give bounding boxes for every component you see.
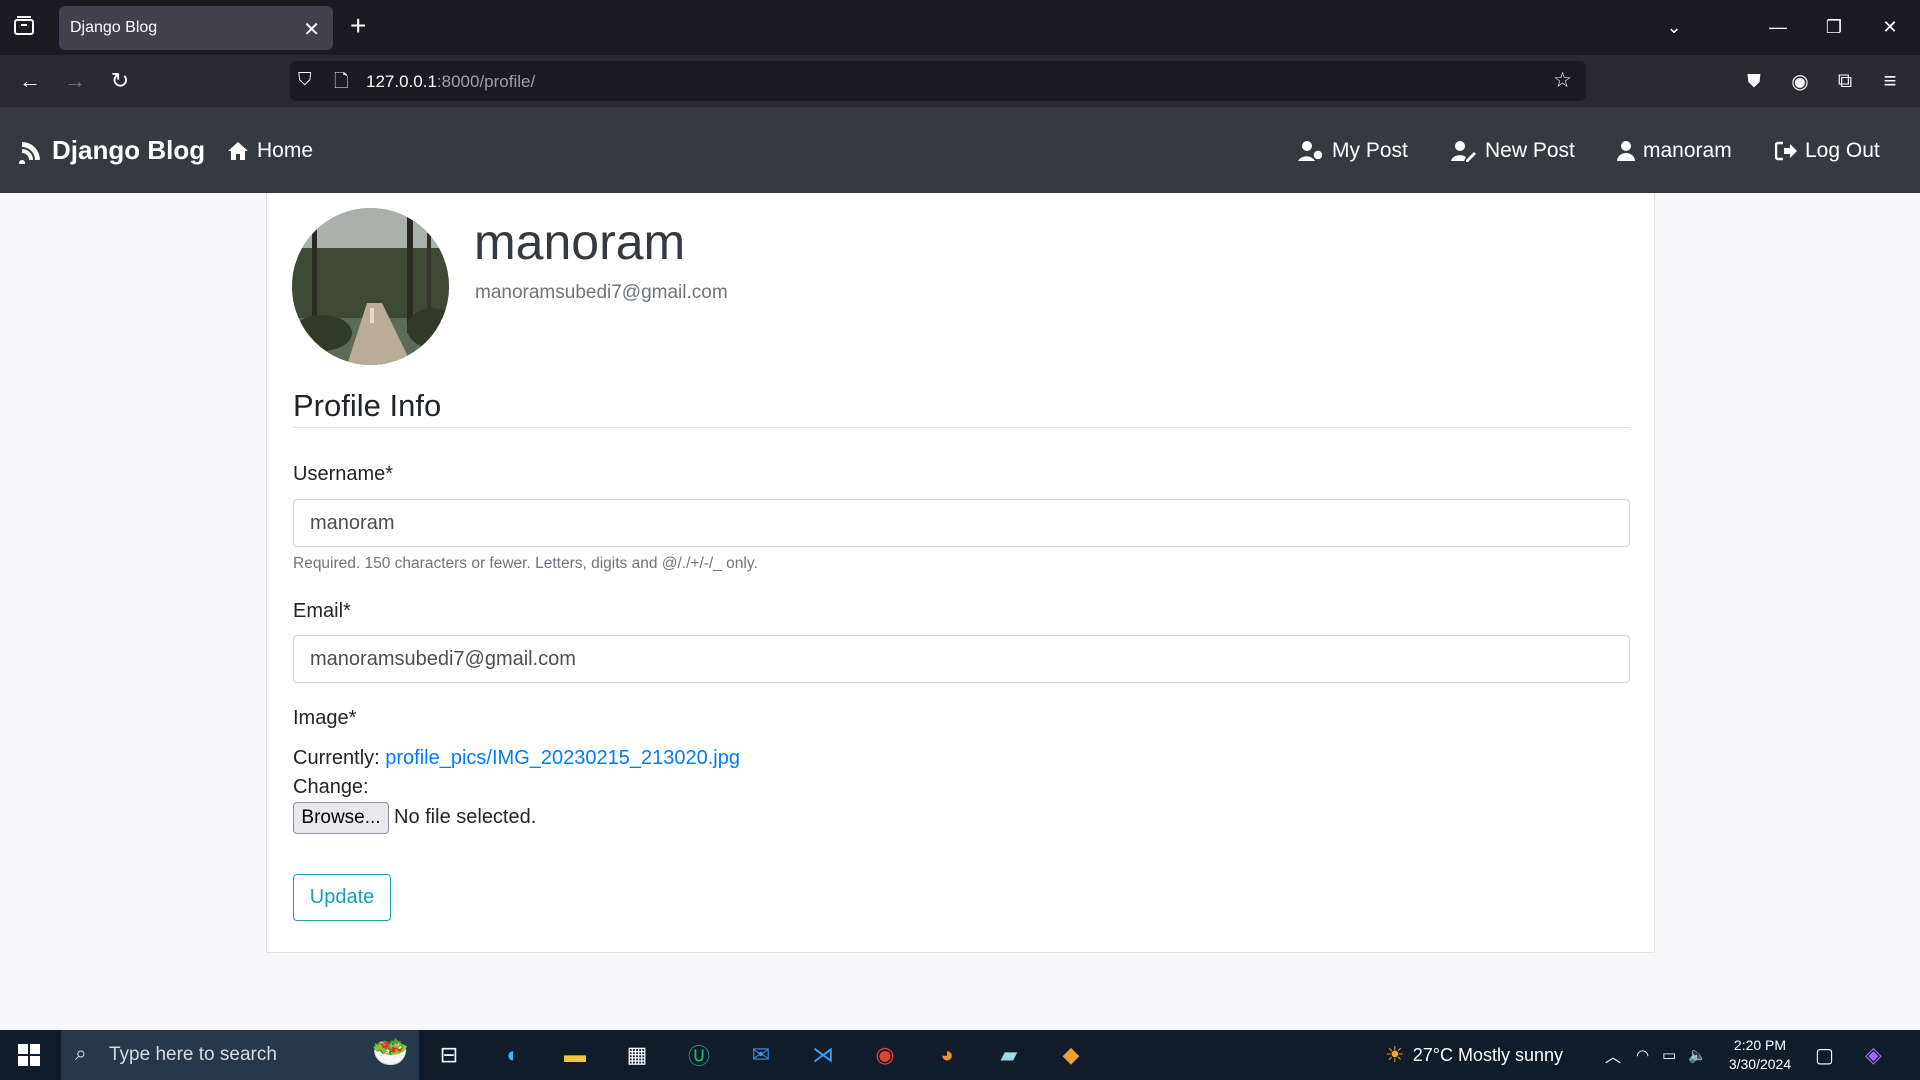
no-file-text: No file selected.: [394, 806, 537, 828]
git-icon[interactable]: ◆: [1054, 1038, 1088, 1072]
browser-tab[interactable]: Django Blog ✕: [59, 6, 333, 50]
clock-time: 2:20 PM: [1733, 1037, 1787, 1053]
page-icon[interactable]: 🗋: [334, 69, 348, 99]
firefox-icon[interactable]: ◕: [930, 1038, 964, 1072]
nav-user[interactable]: manoram: [1617, 139, 1732, 163]
account-icon[interactable]: ◉: [1785, 66, 1815, 96]
browser-navbar: ← → ↻ ⛉ 🗋 127.0.0.1:8000/profile/ ☆ ⛊ ◉ …: [0, 55, 1920, 107]
tab-title: Django Blog: [70, 19, 158, 36]
change-label: Change:: [293, 776, 369, 798]
store-icon[interactable]: ▦: [620, 1038, 654, 1072]
battery-icon[interactable]: ▭: [1662, 1030, 1676, 1080]
tab-list-icon[interactable]: [12, 14, 36, 38]
nav-my-post[interactable]: My Post: [1298, 139, 1408, 163]
current-image-link[interactable]: profile_pics/IMG_20230215_213020.jpg: [385, 747, 740, 769]
image-label: Image*: [293, 707, 357, 729]
bookmark-star-icon[interactable]: ☆: [1553, 68, 1572, 93]
menu-icon[interactable]: ≡: [1875, 66, 1905, 96]
search-icon: ⌕: [75, 1042, 87, 1065]
edge-icon[interactable]: ◐: [496, 1038, 530, 1072]
browser-titlebar: Django Blog ✕ + ⌄ — ❐ ✕: [0, 0, 1920, 55]
nav-logout[interactable]: Log Out: [1775, 139, 1880, 163]
nav-home[interactable]: Home: [227, 139, 313, 163]
forward-icon[interactable]: →: [60, 66, 90, 96]
copilot-icon[interactable]: ◈: [1865, 1030, 1882, 1080]
legend-divider: [293, 427, 1630, 428]
avatar: [292, 208, 449, 365]
windows-start-icon[interactable]: [12, 1038, 46, 1072]
mail-icon[interactable]: ✉: [744, 1038, 778, 1072]
username-input[interactable]: manoram: [293, 499, 1630, 547]
browse-button[interactable]: Browse...: [293, 802, 389, 834]
notepad-icon[interactable]: ▰: [992, 1038, 1026, 1072]
tray-chevron-icon[interactable]: ︿: [1605, 1030, 1621, 1080]
file-explorer-icon[interactable]: ▬: [558, 1038, 592, 1072]
email-label: Email*: [293, 600, 351, 622]
new-tab-icon[interactable]: +: [350, 10, 366, 42]
username-label: Username*: [293, 463, 394, 485]
taskbar-search[interactable]: ⌕ Type here to search 🥗: [61, 1030, 419, 1080]
form-legend: Profile Info: [293, 388, 442, 423]
chrome-icon[interactable]: ◉: [868, 1038, 902, 1072]
user-edit-icon: [1451, 141, 1476, 162]
search-highlight-icon[interactable]: 🥗: [372, 1035, 409, 1070]
site-navbar: Django Blog Home My Post New Post manora…: [0, 107, 1920, 193]
task-view-icon[interactable]: ⊟: [432, 1038, 466, 1072]
clock-date: 3/30/2024: [1728, 1056, 1792, 1072]
update-button[interactable]: Update: [293, 874, 391, 921]
url-bar[interactable]: ⛉ 🗋 127.0.0.1:8000/profile/ ☆: [290, 61, 1586, 101]
volume-icon[interactable]: 🔈: [1688, 1030, 1707, 1080]
home-icon: [228, 142, 248, 160]
username-help: Required. 150 characters or fewer. Lette…: [293, 555, 758, 572]
url-text: 127.0.0.1:8000/profile/: [366, 72, 536, 91]
user-icon: [1617, 141, 1635, 161]
user-clock-icon: [1298, 141, 1324, 161]
vscode-icon[interactable]: ⋊: [806, 1038, 840, 1072]
profile-username: manoram: [474, 214, 686, 270]
profile-card: manoram manoramsubedi7@gmail.com Profile…: [266, 193, 1655, 953]
weather-sun-icon: ☀: [1385, 1042, 1405, 1067]
notifications-icon[interactable]: ▢: [1815, 1030, 1834, 1080]
currently-row: Currently: profile_pics/IMG_20230215_213…: [293, 747, 740, 769]
reload-icon[interactable]: ↻: [105, 66, 135, 96]
email-input[interactable]: manoramsubedi7@gmail.com: [293, 635, 1630, 683]
upwork-icon[interactable]: Ⓤ: [682, 1038, 716, 1072]
restore-icon[interactable]: ❐: [1806, 0, 1862, 55]
minimize-icon[interactable]: —: [1750, 0, 1806, 55]
list-all-tabs-icon[interactable]: ⌄: [1646, 0, 1702, 55]
pocket-icon[interactable]: ⛊: [1739, 66, 1769, 96]
network-icon[interactable]: ◠: [1636, 1030, 1649, 1080]
sign-out-icon: [1775, 141, 1797, 161]
feed-icon: [19, 141, 40, 164]
profile-email: manoramsubedi7@gmail.com: [475, 282, 728, 303]
nav-new-post[interactable]: New Post: [1451, 139, 1575, 163]
back-icon[interactable]: ←: [15, 66, 45, 96]
extensions-icon[interactable]: ⧉: [1830, 66, 1860, 96]
weather-widget[interactable]: ☀ 27°C Mostly sunny: [1385, 1030, 1563, 1080]
close-window-icon[interactable]: ✕: [1862, 0, 1918, 55]
shield-icon[interactable]: ⛉: [298, 69, 312, 90]
close-tab-icon[interactable]: ✕: [303, 17, 320, 42]
brand-link[interactable]: Django Blog: [18, 135, 205, 166]
clock[interactable]: 2:20 PM 3/30/2024: [1725, 1030, 1795, 1080]
